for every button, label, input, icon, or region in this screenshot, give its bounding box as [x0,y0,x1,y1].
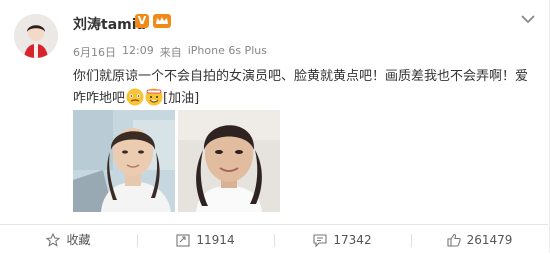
post-date[interactable]: 6月16日 [73,44,116,60]
embarrassed-emoji-icon [126,88,144,106]
photo-thumbnail-1[interactable] [73,110,175,212]
comment-icon [313,233,327,247]
chevron-down-icon[interactable] [521,14,535,24]
avatar[interactable] [14,14,58,58]
author-badges: V [135,13,171,29]
weibo-post-card: 刘涛tamia V 6月16日 12:09 来自 iPhone 6s Plus … [0,0,550,253]
favorite-label: 收藏 [66,233,91,247]
like-button[interactable]: 261479 [411,225,548,254]
action-bar: 收藏 11914 17342 261479 [0,224,548,254]
cheer-emoji-icon [145,88,163,106]
like-count: 261479 [466,232,513,247]
post-time[interactable]: 12:09 [122,44,154,60]
photo-selfie-1 [73,110,175,212]
photo-grid [73,110,280,212]
member-crown-icon[interactable] [153,13,171,29]
repost-count: 11914 [196,232,235,247]
favorite-button[interactable]: 收藏 [0,225,137,254]
photo-selfie-2 [178,110,280,212]
repost-button[interactable]: 11914 [137,225,274,254]
post-text-line-2: 咋咋地吧 [加油] [73,88,528,110]
post-text: 你们就原谅一个不会自拍的女演员吧、脸黄就黄点吧！画质差我也不会弄啊！爱 咋咋地吧… [73,66,528,110]
comment-count: 17342 [333,232,372,247]
repost-icon [176,233,190,247]
emoji-tag: [加油] [163,91,200,106]
post-meta: 6月16日 12:09 来自 iPhone 6s Plus [73,44,267,60]
source-prefix: 来自 [159,46,182,59]
verified-badge-icon[interactable]: V [135,14,149,28]
post-text-line-1: 你们就原谅一个不会自拍的女演员吧、脸黄就黄点吧！画质差我也不会弄啊！爱 [73,69,529,84]
comment-button[interactable]: 17342 [274,225,411,254]
photo-thumbnail-2[interactable] [178,110,280,212]
thumbs-up-icon [447,233,461,247]
star-icon [46,232,61,247]
source-device[interactable]: iPhone 6s Plus [188,44,267,60]
post-text-line-2-prefix: 咋咋地吧 [73,91,126,106]
